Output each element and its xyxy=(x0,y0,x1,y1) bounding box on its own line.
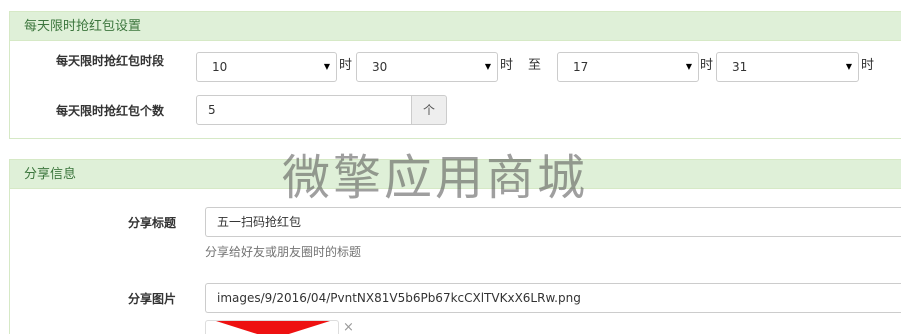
count-unit-addon: 个 xyxy=(412,95,447,125)
count-input[interactable]: 5 xyxy=(196,95,412,125)
watermark-text: 微擎应用商城 xyxy=(282,150,589,206)
start-minute-value: 30 xyxy=(372,60,388,74)
end-minute-select[interactable]: 31 ▼ xyxy=(716,52,859,82)
caret-down-icon: ▼ xyxy=(685,62,692,71)
hour-unit: 时 xyxy=(339,58,353,73)
caret-down-icon: ▼ xyxy=(845,62,852,71)
settings-page: 每天限时抢红包设置 每天限时抢红包时段 10 ▼ 时 30 ▼ 时 至 17 ▼… xyxy=(0,0,901,334)
hour-unit: 时 xyxy=(861,58,875,73)
end-minute-value: 31 xyxy=(732,60,748,74)
end-hour-select[interactable]: 17 ▼ xyxy=(557,52,699,82)
share-title-label: 分享标题 xyxy=(128,216,177,230)
to-label: 至 xyxy=(528,58,542,73)
limit-panel-title: 每天限时抢红包设置 xyxy=(10,12,901,41)
share-image-label: 分享图片 xyxy=(128,292,177,306)
thumbnail-image xyxy=(216,321,330,334)
start-hour-select[interactable]: 10 ▼ xyxy=(196,52,337,82)
hour-unit: 时 xyxy=(500,58,514,73)
end-hour-value: 17 xyxy=(573,60,589,74)
start-hour-value: 10 xyxy=(212,60,228,74)
hour-unit: 时 xyxy=(700,58,714,73)
share-title-help: 分享给好友或朋友圈时的标题 xyxy=(205,245,362,259)
share-title-input[interactable]: 五一扫码抢红包 xyxy=(205,207,901,237)
caret-down-icon: ▼ xyxy=(323,62,330,71)
count-label: 每天限时抢红包个数 xyxy=(56,104,165,118)
caret-down-icon: ▼ xyxy=(484,62,491,71)
time-period-label: 每天限时抢红包时段 xyxy=(56,54,165,68)
share-image-input[interactable]: images/9/2016/04/PvntNX81V5b6Pb67kcCXlTV… xyxy=(205,283,901,313)
share-image-thumbnail xyxy=(205,320,339,334)
close-icon[interactable]: × xyxy=(343,320,354,334)
start-minute-select[interactable]: 30 ▼ xyxy=(356,52,498,82)
